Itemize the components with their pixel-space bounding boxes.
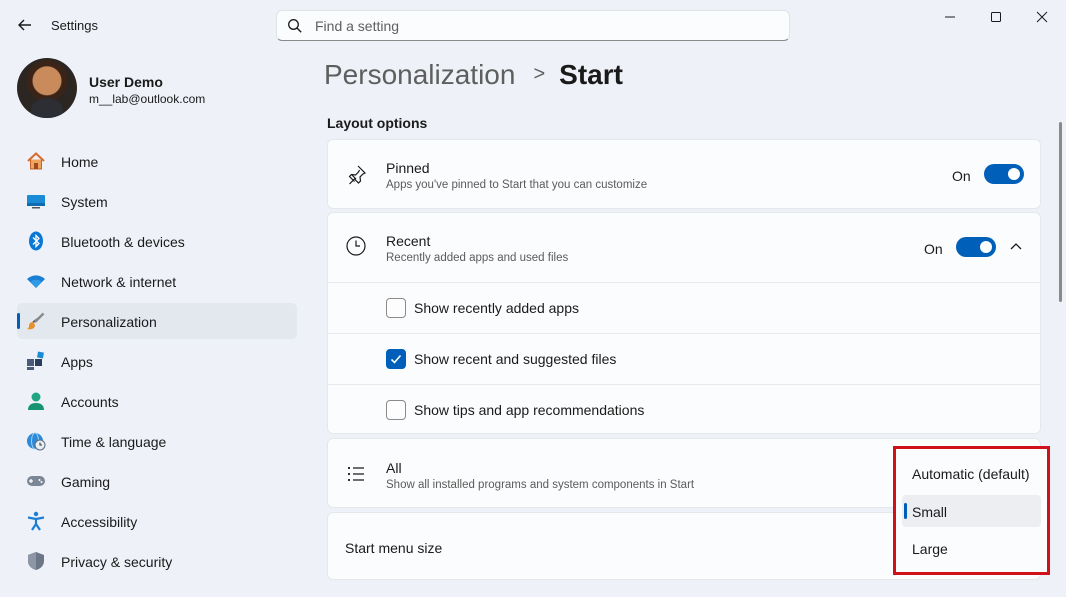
all-subtitle: Show all installed programs and system c… <box>386 479 695 491</box>
dropdown-option-label: Automatic (default) <box>912 466 1030 482</box>
checkmark-icon <box>390 354 402 364</box>
scrollbar[interactable] <box>1059 122 1062 302</box>
system-icon <box>27 195 45 209</box>
sidebar-item-system[interactable]: System <box>17 183 297 219</box>
pin-icon <box>348 165 367 185</box>
sidebar-item-label: Bluetooth & devices <box>61 234 185 250</box>
all-title: All <box>386 460 402 476</box>
pinned-subtitle: Apps you've pinned to Start that you can… <box>386 179 648 191</box>
dropdown-option-automatic[interactable]: Automatic (default) <box>902 457 1041 489</box>
list-icon <box>347 466 364 482</box>
section-title: Layout options <box>327 115 428 131</box>
minimize-button[interactable] <box>925 0 975 34</box>
option-recently-added-apps[interactable]: Show recently added apps <box>328 282 1040 332</box>
sidebar-item-network[interactable]: Network & internet <box>17 263 297 299</box>
close-button[interactable] <box>1017 0 1066 34</box>
recent-toggle-label: On <box>924 241 943 257</box>
sidebar-item-label: Home <box>61 154 99 170</box>
gamepad-icon <box>27 476 45 486</box>
sidebar-nav: Home System Bluetooth & devices Network … <box>17 143 297 583</box>
sidebar-item-accessibility[interactable]: Accessibility <box>17 503 297 539</box>
sidebar-item-label: Privacy & security <box>61 554 173 570</box>
checkbox-recent-suggested-files[interactable] <box>386 349 406 369</box>
dropdown-option-large[interactable]: Large <box>902 532 1041 564</box>
minimize-icon <box>945 16 955 18</box>
app-title: Settings <box>51 18 98 33</box>
avatar <box>17 58 77 118</box>
pinned-setting-card: Pinned Apps you've pinned to Start that … <box>327 139 1041 209</box>
recent-setting-card: Recent Recently added apps and used file… <box>327 212 1041 434</box>
checkbox-label: Show recently added apps <box>414 300 579 316</box>
sidebar-item-home[interactable]: Home <box>17 143 297 179</box>
sidebar-item-label: Time & language <box>61 434 167 450</box>
back-arrow-icon <box>18 19 31 31</box>
sidebar-item-label: Personalization <box>61 314 157 330</box>
maximize-icon <box>991 12 1001 22</box>
brush-icon <box>27 312 45 330</box>
sidebar-item-label: System <box>61 194 108 210</box>
user-email: m__lab@outlook.com <box>89 92 206 106</box>
shield-icon <box>28 552 44 570</box>
sidebar-item-bluetooth[interactable]: Bluetooth & devices <box>17 223 297 259</box>
pinned-toggle[interactable] <box>984 164 1024 184</box>
globe-clock-icon <box>27 432 46 451</box>
maximize-button[interactable] <box>971 0 1021 34</box>
checkbox-label: Show recent and suggested files <box>414 351 617 367</box>
checkbox-tips-recommendations[interactable] <box>386 400 406 420</box>
page-title: Start <box>559 59 623 90</box>
sidebar-item-privacy[interactable]: Privacy & security <box>17 543 297 579</box>
breadcrumb-separator: > <box>533 63 546 85</box>
sidebar-item-apps[interactable]: Apps <box>17 343 297 379</box>
bluetooth-icon <box>29 231 43 251</box>
home-icon <box>27 152 45 170</box>
sidebar-item-personalization[interactable]: Personalization <box>17 303 297 339</box>
search-icon <box>288 19 302 33</box>
title-bar: Settings <box>0 0 1066 50</box>
sidebar-item-accounts[interactable]: Accounts <box>17 383 297 419</box>
sidebar-item-label: Gaming <box>61 474 111 490</box>
dropdown-option-label: Large <box>912 541 948 557</box>
option-tips-recommendations[interactable]: Show tips and app recommendations <box>328 384 1040 434</box>
recent-title: Recent <box>386 233 431 249</box>
chevron-up-icon[interactable] <box>1010 242 1022 250</box>
dropdown-option-small[interactable]: Small <box>902 495 1041 527</box>
wifi-icon <box>27 275 45 288</box>
pinned-toggle-label: On <box>952 168 971 184</box>
clock-icon <box>346 236 366 256</box>
search-input[interactable] <box>315 16 775 36</box>
close-icon <box>1036 11 1048 23</box>
accessibility-icon <box>27 511 45 531</box>
start-menu-size-title: Start menu size <box>345 540 443 556</box>
apps-icon <box>27 351 44 370</box>
person-icon <box>28 392 44 410</box>
breadcrumb: Personalization > Start <box>324 59 623 91</box>
sidebar-item-label: Accounts <box>61 394 119 410</box>
checkbox-recently-added-apps[interactable] <box>386 298 406 318</box>
sidebar-item-time-language[interactable]: Time & language <box>17 423 297 459</box>
sidebar-item-gaming[interactable]: Gaming <box>17 463 297 499</box>
option-recent-suggested-files[interactable]: Show recent and suggested files <box>328 333 1040 383</box>
checkbox-label: Show tips and app recommendations <box>414 402 645 418</box>
recent-toggle[interactable] <box>956 237 996 257</box>
sidebar-item-label: Network & internet <box>61 274 177 290</box>
dropdown-option-label: Small <box>912 504 948 520</box>
sidebar-item-label: Apps <box>61 354 93 370</box>
search-box[interactable] <box>276 10 790 41</box>
breadcrumb-parent[interactable]: Personalization <box>324 59 515 90</box>
back-button[interactable] <box>14 14 36 36</box>
start-menu-size-dropdown: Automatic (default) Small Large <box>893 446 1050 575</box>
pinned-title: Pinned <box>386 160 430 176</box>
recent-subtitle: Recently added apps and used files <box>386 252 569 264</box>
sidebar-item-label: Accessibility <box>61 514 138 530</box>
user-name: User Demo <box>89 74 163 90</box>
